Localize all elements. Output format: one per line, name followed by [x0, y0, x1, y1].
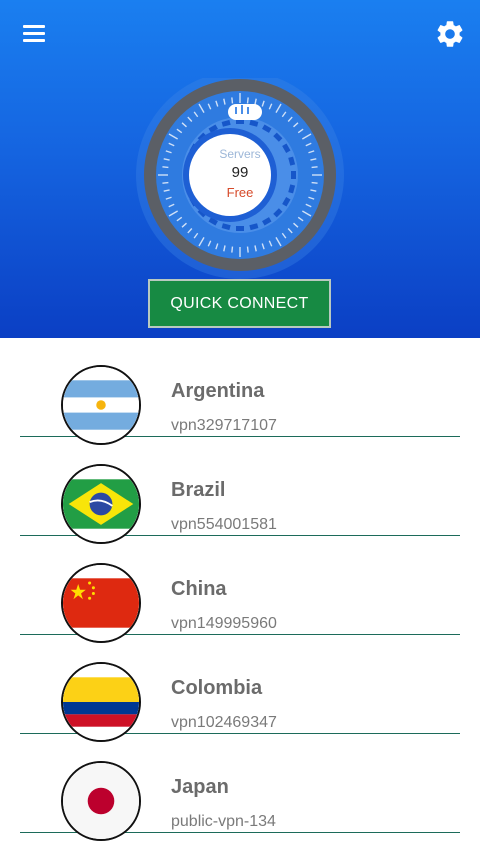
server-status: Servers 99 Free: [190, 146, 290, 202]
servers-label: Servers: [219, 147, 261, 161]
server-id: vpn554001581: [171, 516, 277, 533]
speed-gauge-icon: [228, 104, 262, 120]
list-item[interactable]: Brazil vpn554001581: [20, 437, 460, 544]
list-item[interactable]: Argentina vpn329717107: [20, 338, 460, 445]
country-name: Japan: [171, 776, 229, 798]
brazil-flag-icon: [61, 464, 141, 544]
argentina-flag-icon: [61, 365, 141, 445]
server-list: Argentina vpn329717107 Brazil vpn5540015…: [0, 338, 480, 853]
gear-icon: [437, 21, 463, 47]
hamburger-menu-icon: [23, 25, 45, 28]
app-header: Servers 99 Free QUICK CONNECT: [0, 0, 480, 338]
country-name: China: [171, 578, 227, 600]
country-name: Brazil: [171, 479, 226, 501]
server-id: vpn102469347: [171, 714, 277, 731]
list-item[interactable]: China vpn149995960: [20, 536, 460, 643]
servers-count: 99: [231, 164, 249, 181]
colombia-flag-icon: [61, 662, 141, 742]
china-flag-icon: [61, 563, 141, 643]
japan-flag-icon: [61, 761, 141, 841]
server-id: vpn329717107: [171, 417, 277, 434]
plan-label: Free: [226, 185, 254, 200]
list-item[interactable]: Japan public-vpn-134: [20, 734, 460, 841]
quick-connect-button[interactable]: QUICK CONNECT: [148, 279, 331, 328]
list-item[interactable]: Colombia vpn102469347: [20, 635, 460, 742]
country-name: Argentina: [171, 380, 265, 402]
server-id: vpn149995960: [171, 615, 277, 632]
menu-button[interactable]: [18, 20, 50, 48]
settings-button[interactable]: [434, 18, 466, 50]
country-name: Colombia: [171, 677, 263, 699]
server-id: public-vpn-134: [171, 813, 276, 830]
